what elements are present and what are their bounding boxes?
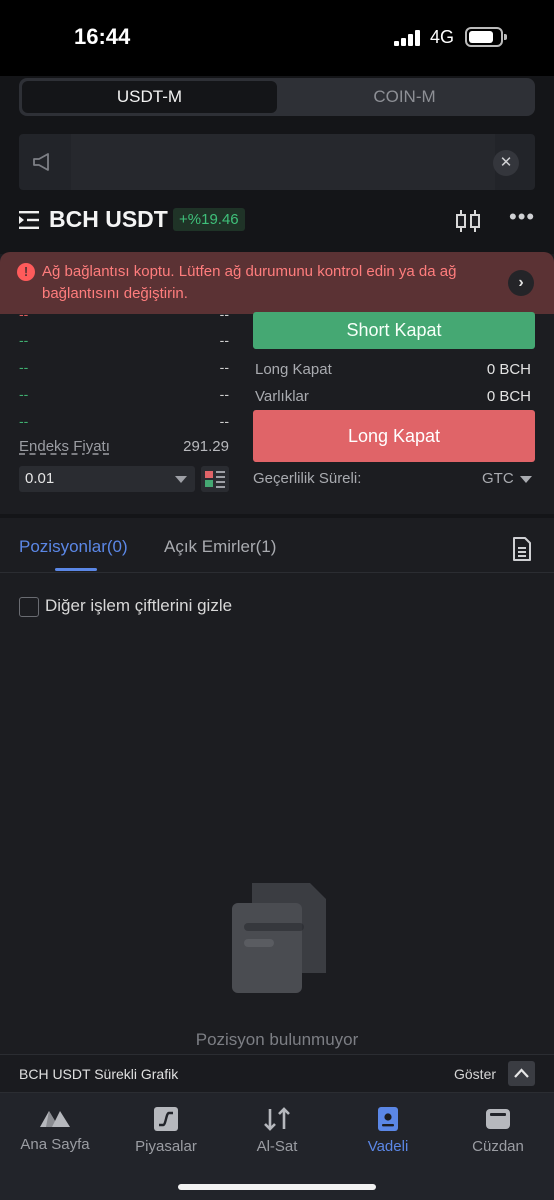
markets-icon xyxy=(154,1107,178,1131)
alert-message: Ağ bağlantısı koptu. Lütfen ağ durumunu … xyxy=(42,263,457,302)
order-book-row: -- -- xyxy=(19,306,229,322)
order-book-row: -- -- xyxy=(19,386,229,402)
chart-title: BCH USDT Sürekli Grafik xyxy=(19,1066,179,1082)
long-close-row: Long Kapat 0 BCH xyxy=(255,361,531,378)
pair-header: BCH USDT +%19.46 ••• xyxy=(19,204,535,236)
hide-other-pairs-checkbox[interactable] xyxy=(19,597,39,617)
positions-panel: Pozisyonlar(0) Açık Emirler(1) Diğer işl… xyxy=(0,518,554,1054)
layout-icon[interactable] xyxy=(201,466,229,492)
nav-home[interactable]: Ana Sayfa xyxy=(0,1107,110,1153)
status-time: 16:44 xyxy=(74,24,131,49)
more-icon[interactable]: ••• xyxy=(509,204,535,230)
depth-select[interactable]: 0.01 xyxy=(19,466,195,492)
hide-other-pairs-label: Diğer işlem çiftlerini gizle xyxy=(45,596,233,615)
nav-trade[interactable]: Al-Sat xyxy=(222,1107,332,1155)
validity-label: Geçerlilik Süreli: xyxy=(253,470,362,487)
depth-value: 0.01 xyxy=(25,470,55,487)
tab-coin-m[interactable]: COIN-M xyxy=(277,81,532,113)
menu-icon[interactable] xyxy=(19,210,41,230)
nav-markets[interactable]: Piyasalar xyxy=(111,1107,221,1155)
document-icon[interactable] xyxy=(512,537,532,561)
pair-change-badge: +%19.46 xyxy=(173,208,245,231)
validity-select[interactable]: GTC xyxy=(482,470,532,487)
announcement-ticker xyxy=(71,134,495,190)
tab-open-orders[interactable]: Açık Emirler(1) xyxy=(164,537,276,557)
active-tab-indicator xyxy=(55,568,97,571)
chart-show-label[interactable]: Göster xyxy=(454,1066,496,1082)
home-indicator xyxy=(178,1184,376,1190)
order-book-row: -- -- xyxy=(19,332,229,348)
tab-positions[interactable]: Pozisyonlar(0) xyxy=(19,537,128,557)
megaphone-icon xyxy=(33,153,49,171)
top-area: USDT-M COIN-M ✕ BCH USDT +%19.46 ••• xyxy=(0,76,554,254)
index-price-value: 291.29 xyxy=(183,438,229,455)
pair-name[interactable]: BCH USDT xyxy=(49,206,168,233)
assets-row: Varlıklar 0 BCH xyxy=(255,388,531,405)
order-book-row: -- -- xyxy=(19,413,229,429)
margin-type-switch: USDT-M COIN-M xyxy=(19,78,535,116)
tab-usdt-m[interactable]: USDT-M xyxy=(22,81,277,113)
chevron-right-icon[interactable]: › xyxy=(508,270,534,296)
long-close-button[interactable]: Long Kapat xyxy=(253,410,535,462)
alert-icon: ! xyxy=(17,263,35,281)
short-close-button[interactable]: Short Kapat xyxy=(253,312,535,349)
battery-icon xyxy=(465,27,507,47)
network-type: 4G xyxy=(430,27,455,47)
nav-futures[interactable]: Vadeli xyxy=(333,1107,443,1155)
close-icon[interactable]: ✕ xyxy=(493,150,519,176)
chevron-up-icon[interactable] xyxy=(508,1061,535,1086)
tabs-divider xyxy=(0,572,554,573)
trade-area: -- -- -- -- -- -- -- -- -- -- Endeks Fiy… xyxy=(0,306,554,514)
dropdown-icon xyxy=(175,476,187,483)
order-book-row: -- -- xyxy=(19,359,229,375)
status-bar: 16:44 4G xyxy=(0,0,554,76)
wallet-icon xyxy=(486,1109,510,1129)
announcement-banner[interactable]: ✕ xyxy=(19,134,535,190)
candlestick-icon[interactable] xyxy=(455,210,481,232)
network-alert: ! Ağ bağlantısı koptu. Lütfen ağ durumun… xyxy=(0,252,554,314)
home-icon xyxy=(40,1111,70,1127)
trade-icon xyxy=(264,1107,290,1131)
index-price-label[interactable]: Endeks Fiyatı xyxy=(19,438,110,455)
nav-wallet[interactable]: Cüzdan xyxy=(443,1107,553,1155)
empty-state-text: Pozisyon bulunmuyor xyxy=(195,1030,359,1049)
dropdown-icon xyxy=(519,475,532,483)
empty-documents-icon xyxy=(232,883,326,993)
signal-icon xyxy=(394,30,420,46)
chart-bar[interactable]: BCH USDT Sürekli Grafik Göster xyxy=(0,1054,554,1092)
futures-icon xyxy=(378,1107,398,1131)
